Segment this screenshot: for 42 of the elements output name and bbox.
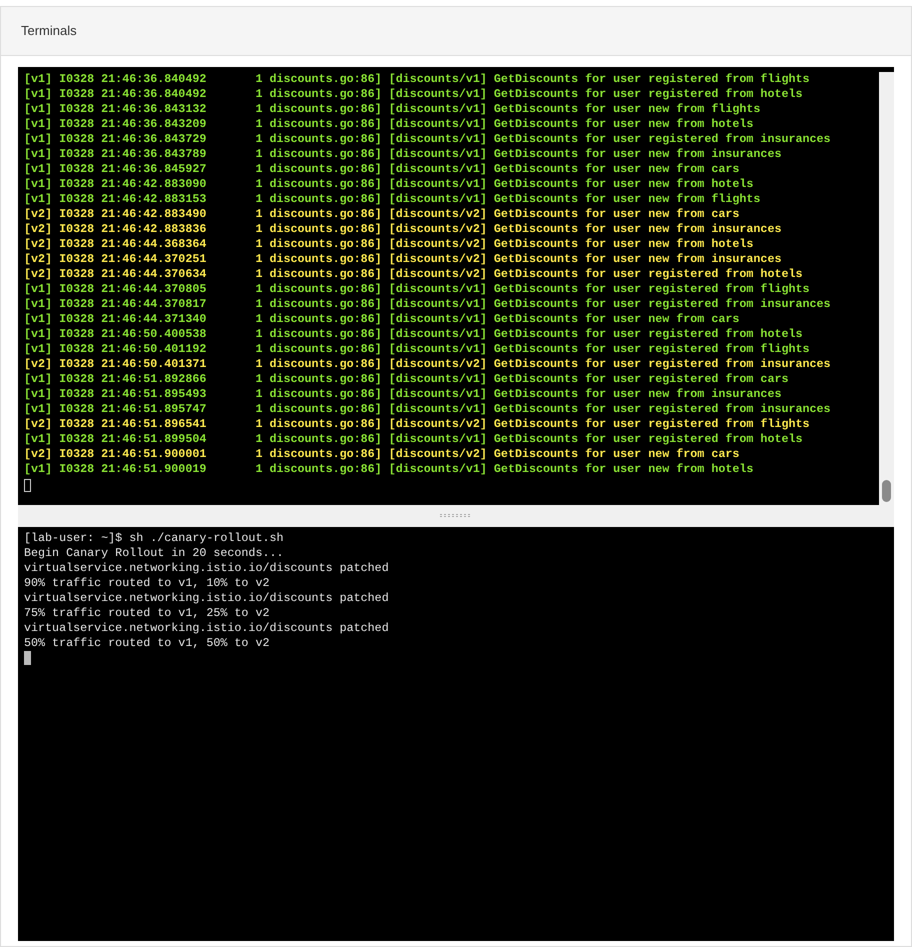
shell-line: 90% traffic routed to v1, 10% to v2: [24, 576, 270, 591]
log-line: [v2] I0328 21:46:51.900001 1 discounts.go:86] [discounts/v2] GetDiscounts for user new from cars: [24, 447, 740, 462]
log-line: [v1] I0328 21:46:36.843729 1 discounts.go:86] [discounts/v1] GetDiscounts for user registered from insurances: [24, 132, 831, 147]
log-line: [v2] I0328 21:46:44.368364 1 discounts.go:86] [discounts/v2] GetDiscounts for user new from hotels: [24, 237, 754, 252]
log-line: [v1] I0328 21:46:44.370805 1 discounts.go:86] [discounts/v1] GetDiscounts for user registered from flights: [24, 282, 810, 297]
scrollbar-thumb[interactable]: [882, 480, 891, 502]
log-line: [v1] I0328 21:46:36.840492 1 discounts.go:86] [discounts/v1] GetDiscounts for user registered from hotels: [24, 87, 803, 102]
log-line: [v1] I0328 21:46:36.845927 1 discounts.go:86] [discounts/v1] GetDiscounts for user new from cars: [24, 162, 740, 177]
log-line: [v1] I0328 21:46:51.892866 1 discounts.go:86] [discounts/v1] GetDiscounts for user registered from cars: [24, 372, 788, 387]
log-line: [v1] I0328 21:46:51.900019 1 discounts.go:86] [discounts/v1] GetDiscounts for user new from hotels: [24, 462, 754, 477]
log-line: [v2] I0328 21:46:50.401371 1 discounts.go:86] [discounts/v2] GetDiscounts for user registered from insurances: [24, 357, 831, 372]
log-line: [v1] I0328 21:46:51.899504 1 discounts.go:86] [discounts/v1] GetDiscounts for user registered from hotels: [24, 432, 803, 447]
cursor-icon: [24, 479, 31, 492]
shell-line: 75% traffic routed to v1, 25% to v2: [24, 606, 270, 621]
cursor-icon: [24, 651, 31, 665]
log-line: [v1] I0328 21:46:36.843209 1 discounts.go:86] [discounts/v1] GetDiscounts for user new from hotels: [24, 117, 754, 132]
log-line: [v2] I0328 21:46:42.883836 1 discounts.go:86] [discounts/v2] GetDiscounts for user new from insurances: [24, 222, 782, 237]
log-line: [v1] I0328 21:46:36.843789 1 discounts.go:86] [discounts/v1] GetDiscounts for user new from insurances: [24, 147, 782, 162]
log-line: [v1] I0328 21:46:44.371340 1 discounts.go:86] [discounts/v1] GetDiscounts for user new from cars: [24, 312, 740, 327]
log-line: [v2] I0328 21:46:44.370634 1 discounts.go:86] [discounts/v2] GetDiscounts for user registered from hotels: [24, 267, 803, 282]
panel-header: Terminals: [1, 7, 911, 56]
shell-line: virtualservice.networking.istio.io/discounts patched: [24, 621, 389, 636]
shell-line: virtualservice.networking.istio.io/discounts patched: [24, 561, 389, 576]
log-line: [v2] I0328 21:46:51.896541 1 discounts.go:86] [discounts/v2] GetDiscounts for user registered from flights: [24, 417, 810, 432]
shell-line: virtualservice.networking.istio.io/discounts patched: [24, 591, 389, 606]
log-line: [v1] I0328 21:46:50.401192 1 discounts.go:86] [discounts/v1] GetDiscounts for user registered from flights: [24, 342, 810, 357]
log-line: [v1] I0328 21:46:50.400538 1 discounts.go:86] [discounts/v1] GetDiscounts for user registered from hotels: [24, 327, 803, 342]
scrollbar[interactable]: [879, 72, 894, 505]
splitter-handle[interactable]: [18, 505, 894, 527]
log-line: [v2] I0328 21:46:44.370251 1 discounts.go:86] [discounts/v2] GetDiscounts for user new from insurances: [24, 252, 782, 267]
grip-icon: [440, 514, 472, 518]
log-line: [v1] I0328 21:46:36.843132 1 discounts.go:86] [discounts/v1] GetDiscounts for user new from flights: [24, 102, 760, 117]
shell-line: [lab-user: ~]$ sh ./canary-rollout.sh: [24, 531, 284, 546]
log-line: [v1] I0328 21:46:51.895493 1 discounts.go:86] [discounts/v1] GetDiscounts for user new from insurances: [24, 387, 782, 402]
log-line: [v1] I0328 21:46:51.895747 1 discounts.go:86] [discounts/v1] GetDiscounts for user registered from insurances: [24, 402, 831, 417]
log-line: [v2] I0328 21:46:42.883490 1 discounts.go:86] [discounts/v2] GetDiscounts for user new from cars: [24, 207, 740, 222]
log-line: [v1] I0328 21:46:36.840492 1 discounts.go:86] [discounts/v1] GetDiscounts for user registered from flights: [24, 72, 810, 87]
shell-line: Begin Canary Rollout in 20 seconds...: [24, 546, 284, 561]
log-line: [v1] I0328 21:46:44.370817 1 discounts.go:86] [discounts/v1] GetDiscounts for user registered from insurances: [24, 297, 831, 312]
log-line: [v1] I0328 21:46:42.883153 1 discounts.go:86] [discounts/v1] GetDiscounts for user new from flights: [24, 192, 760, 207]
shell-line: 50% traffic routed to v1, 50% to v2: [24, 636, 270, 651]
log-line: [v1] I0328 21:46:42.883090 1 discounts.go:86] [discounts/v1] GetDiscounts for user new from hotels: [24, 177, 754, 192]
